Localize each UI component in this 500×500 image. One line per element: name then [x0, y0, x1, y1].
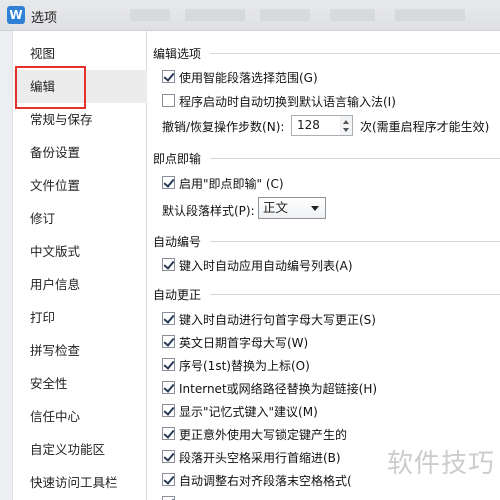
auto-list-label: 键入时自动应用自动编号列表(A)	[179, 259, 353, 273]
window-title: 选项	[31, 11, 58, 26]
sidebar-item-security[interactable]: 安全性	[14, 367, 147, 400]
sidebar-item-chinese-layout[interactable]: 中文版式	[14, 235, 147, 268]
undo-steps-input[interactable]: 128	[291, 115, 341, 136]
autocorrect-trailing-space-checkbox[interactable]	[162, 473, 175, 486]
section-title-autocorrect: 自动更正	[153, 288, 202, 302]
options-content: 编辑选项 使用智能段落选择范围(G) 程序启动时自动切换到默认语言输入法(I) …	[148, 31, 500, 500]
autocorrect-date-checkbox[interactable]	[162, 335, 175, 348]
window-left-edge	[0, 31, 12, 500]
auto-ime-label: 程序启动时自动切换到默认语言输入法(I)	[179, 95, 396, 109]
autocorrect-date-label: 英文日期首字母大写(W)	[179, 336, 309, 350]
spinner-down-icon[interactable]	[343, 128, 349, 132]
sidebar-item-quick-access-toolbar[interactable]: 快速访问工具栏	[14, 466, 147, 499]
spinner-up-icon[interactable]	[343, 120, 349, 124]
default-style-label: 默认段落样式(P):	[162, 204, 255, 218]
blurred-toolbar-segment	[330, 9, 375, 21]
autocorrect-indent-label: 段落开头空格采用行首缩进(B)	[179, 451, 341, 465]
wps-app-icon: W	[7, 6, 25, 24]
undo-steps-note: 次(需重启程序才能生效)	[360, 120, 490, 134]
section-divider	[210, 158, 500, 159]
sidebar-item-backup[interactable]: 备份设置	[14, 136, 147, 169]
sidebar-item-trust-center[interactable]: 信任中心	[14, 400, 147, 433]
autocorrect-capitalize-label: 键入时自动进行句首字母大写更正(S)	[179, 313, 376, 327]
section-divider	[210, 53, 500, 54]
click-type-checkbox[interactable]	[162, 176, 175, 189]
section-title-edit-options: 编辑选项	[153, 47, 202, 61]
section-divider	[210, 241, 500, 242]
sidebar-item-customize-ribbon[interactable]: 自定义功能区	[14, 433, 147, 466]
blurred-toolbar-segment	[185, 9, 245, 21]
autocorrect-autocomplete-label: 显示"记忆式键入"建议(M)	[179, 405, 318, 419]
watermark-text: 软件技巧	[386, 449, 495, 479]
autocorrect-capitalize-checkbox[interactable]	[162, 312, 175, 325]
undo-steps-label: 撤销/恢复操作步数(N):	[162, 120, 285, 134]
title-bar: W 选项	[0, 0, 500, 31]
blurred-toolbar-segment	[130, 9, 170, 21]
autocorrect-trailing-space-label: 自动调整右对齐段落末空格格式(	[179, 474, 352, 488]
auto-ime-checkbox[interactable]	[162, 94, 175, 107]
sidebar-item-user-info[interactable]: 用户信息	[14, 268, 147, 301]
section-title-click-type: 即点即输	[153, 152, 202, 166]
sidebar-item-print[interactable]: 打印	[14, 301, 147, 334]
smart-paragraph-checkbox[interactable]	[162, 70, 175, 83]
blurred-toolbar-segment	[395, 9, 465, 21]
autocorrect-extra-checkbox[interactable]	[162, 496, 175, 500]
auto-list-checkbox[interactable]	[162, 258, 175, 271]
autocorrect-hyperlink-checkbox[interactable]	[162, 381, 175, 394]
sidebar-item-file-location[interactable]: 文件位置	[14, 169, 147, 202]
autocorrect-ordinal-checkbox[interactable]	[162, 358, 175, 371]
sidebar-item-spell-check[interactable]: 拼写检查	[14, 334, 147, 367]
autocorrect-indent-checkbox[interactable]	[162, 450, 175, 463]
undo-steps-spinner[interactable]	[340, 115, 353, 136]
autocorrect-capslock-label: 更正意外使用大写锁定键产生的	[179, 428, 348, 442]
default-style-value: 正文	[263, 200, 289, 215]
autocorrect-ordinal-label: 序号(1st)替换为上标(O)	[179, 359, 310, 373]
autocorrect-autocomplete-checkbox[interactable]	[162, 404, 175, 417]
default-style-select[interactable]: 正文	[258, 197, 326, 219]
sidebar-item-revision[interactable]: 修订	[14, 202, 147, 235]
section-title-auto-numbering: 自动编号	[153, 235, 202, 249]
blurred-toolbar-segment	[260, 9, 310, 21]
chevron-down-icon	[311, 206, 319, 211]
section-divider	[210, 294, 500, 295]
autocorrect-capslock-checkbox[interactable]	[162, 427, 175, 440]
smart-paragraph-label: 使用智能段落选择范围(G)	[179, 71, 318, 85]
selection-highlight-box	[15, 66, 86, 109]
click-type-label: 启用"即点即输" (C)	[179, 177, 284, 191]
autocorrect-hyperlink-label: Internet或网络路径替换为超链接(H)	[179, 382, 378, 396]
